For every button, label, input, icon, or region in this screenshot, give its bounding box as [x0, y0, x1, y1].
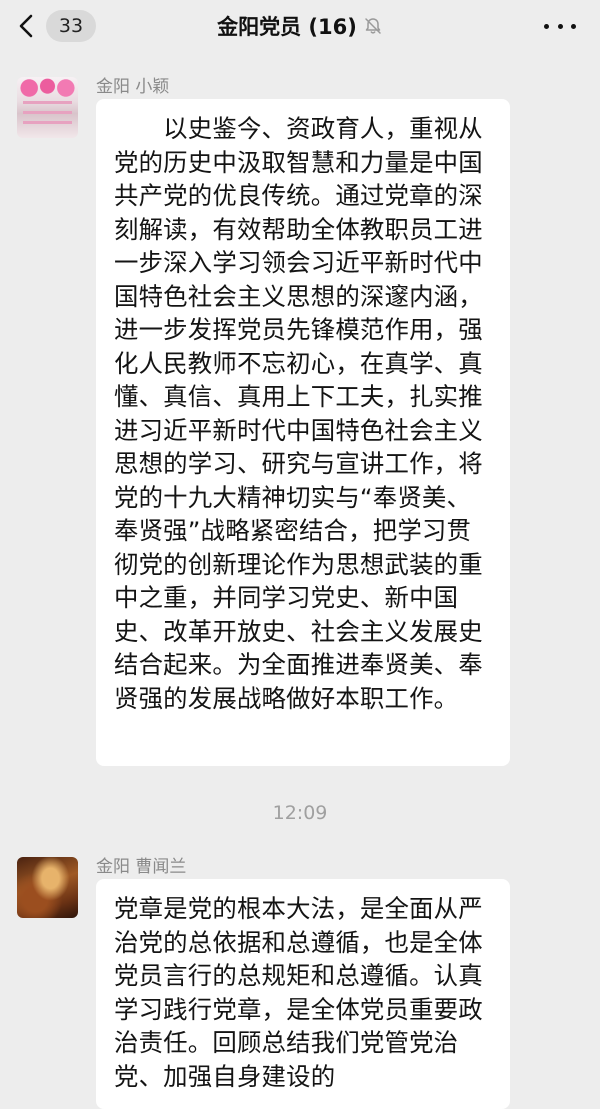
sender-avatar[interactable] [17, 857, 78, 918]
chat-title[interactable]: 金阳党员 (16) [217, 11, 357, 41]
sender-avatar[interactable] [17, 77, 78, 138]
message-timestamp: 12:09 [272, 802, 328, 824]
more-dots-icon [557, 23, 563, 29]
more-dots-icon [544, 23, 549, 29]
message-bubble[interactable]: 党章是党的根本大法，是全面从严治党的总依据和总遵循，也是全体党员言行的总规矩和总… [96, 879, 510, 1109]
sender-name: 金阳 小颖 [96, 77, 170, 97]
more-options-button[interactable] [544, 12, 576, 40]
sender-name: 金阳 曹闻兰 [96, 857, 187, 877]
bell-muted-icon [365, 18, 381, 34]
chat-header: 33 金阳党员 (16) [0, 0, 600, 52]
more-dots-icon [571, 23, 576, 29]
message-bubble[interactable]: 以史鉴今、资政育人，重视从党的历史中汲取智慧和力量是中国共产党的优良传统。通过党… [96, 99, 510, 766]
title-area: 金阳党员 (16) [0, 0, 600, 52]
